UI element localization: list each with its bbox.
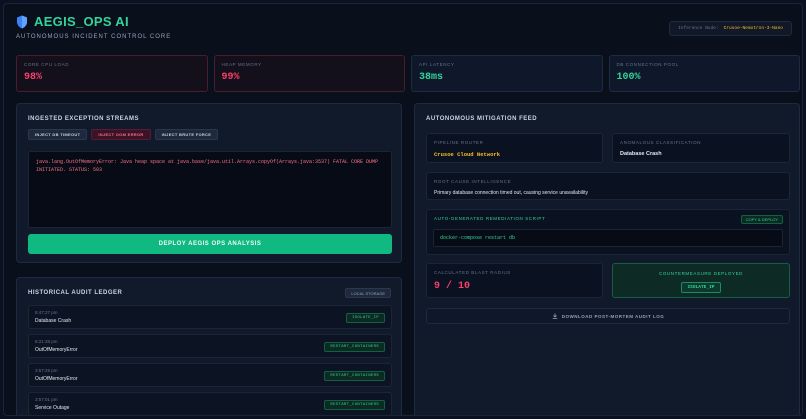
ledger-item-action-badge: RESTART_CONTAINERS [324,342,385,352]
classification-label: ANOMALOUS CLASSIFICATION [620,140,702,145]
classification-value: Database Crash [620,151,662,157]
metric-label: CORE CPU LOAD [24,62,70,67]
classification-card: ANOMALOUS CLASSIFICATION Database Crash [612,133,790,163]
root-cause-label: ROOT CAUSE INTELLIGENCE [434,179,512,184]
app-subtitle: AUTONOMOUS INCIDENT CONTROL CORE [16,34,172,40]
metric-db-pool: DB CONNECTION POOL 100% [608,55,800,92]
ingest-title: INGESTED EXCEPTION STREAMS [28,116,140,122]
ledger-item[interactable]: 3:57:29 pm OutOfMemoryError RESTART_CONT… [28,363,392,387]
ledger-list: 8:47:27 pm Database Crash ISOLATE_IP 8:2… [28,305,392,415]
root-cause-value: Primary database connection timed out, c… [434,190,588,196]
pipeline-router-card: PIPELINE ROUTER Crusoe Cloud Network [426,133,603,163]
ledger-item-title: Database Crash [35,318,72,324]
download-icon [552,313,558,319]
countermeasure-badge: ISOLATE_IP [681,282,721,293]
remediation-script-card: AUTO-GENERATED REMEDIATION SCRIPT COPY &… [426,209,790,255]
ledger-item-action-badge: RESTART_CONTAINERS [324,400,385,410]
metric-heap-memory: HEAP MEMORY 99% [213,55,405,92]
metric-value: 38ms [419,72,444,83]
remediation-script-code: docker-compose restart db [433,229,783,247]
remediation-script-label: AUTO-GENERATED REMEDIATION SCRIPT [434,216,546,221]
pipeline-router-value: Crusoe Cloud Network [434,151,501,158]
mitigation-title: AUTONOMOUS MITIGATION FEED [426,116,538,122]
exception-log-input[interactable]: java.lang.OutOfMemoryError: Java heap sp… [28,151,392,228]
blast-radius-label: CALCULATED BLAST RADIUS [434,270,511,275]
shield-icon [16,15,28,29]
metric-value: 100% [616,72,641,83]
ledger-item-action-badge: ISOLATE_IP [345,313,385,323]
metric-value: 99% [221,72,240,83]
app-title: AEGIS_OPS AI [34,14,129,29]
metric-value: 98% [24,72,43,83]
inference-node-badge: Inference Node: Crusoe-Nemotron-3-Nano [669,21,792,36]
ledger-item[interactable]: 8:21:38 pm OutOfMemoryError RESTART_CONT… [28,334,392,358]
metric-label: API LATENCY [419,62,455,67]
local-storage-badge: LOCAL STORAGE [345,288,391,298]
inference-node-value: Crusoe-Nemotron-3-Nano [723,26,783,31]
ledger-item-action-badge: RESTART_CONTAINERS [324,371,385,381]
brand: AEGIS_OPS AI [16,14,171,29]
inject-db-timeout-button[interactable]: INJECT DB TIMEOUT [28,129,88,140]
metric-cpu-load: CORE CPU LOAD 98% [16,55,208,92]
inject-brute-force-button[interactable]: INJECT BRUTE FORCE [154,129,219,140]
countermeasure-label: COUNTERMEASURE DEPLOYED [658,271,744,276]
metrics-row: CORE CPU LOAD 98% HEAP MEMORY 99% API LA… [16,55,800,92]
ingest-panel: INGESTED EXCEPTION STREAMS INJECT DB TIM… [16,103,402,263]
copy-deploy-button[interactable]: COPY & DEPLOY [740,215,783,224]
mitigation-feed-panel: AUTONOMOUS MITIGATION FEED PIPELINE ROUT… [414,103,800,415]
ledger-item[interactable]: 8:47:27 pm Database Crash ISOLATE_IP [28,305,392,329]
ledger-title: HISTORICAL AUDIT LEDGER [28,290,123,296]
root-cause-card: ROOT CAUSE INTELLIGENCE Primary database… [426,172,790,200]
app-header: AEGIS_OPS AI AUTONOMOUS INCIDENT CONTROL… [16,14,171,40]
metric-api-latency: API LATENCY 38ms [411,55,603,92]
download-audit-log-label: DOWNLOAD POST-MORTEM AUDIT LOG [561,313,665,319]
blast-radius-card: CALCULATED BLAST RADIUS 9 / 10 [426,263,603,298]
ledger-item[interactable]: 3:57:01 pm Service Outage RESTART_CONTAI… [28,392,392,415]
metric-label: HEAP MEMORY [221,62,262,67]
metric-label: DB CONNECTION POOL [616,62,679,67]
countermeasure-card: COUNTERMEASURE DEPLOYED ISOLATE_IP [612,263,790,298]
pipeline-router-label: PIPELINE ROUTER [434,140,484,145]
download-audit-log-button[interactable]: DOWNLOAD POST-MORTEM AUDIT LOG [426,308,790,324]
inference-node-label: Inference Node: [678,26,719,31]
inject-oom-error-button[interactable]: INJECT OOM ERROR [91,129,151,140]
blast-radius-value: 9 / 10 [434,281,471,292]
ledger-item-time: 8:47:27 pm [35,310,58,315]
audit-ledger-panel: HISTORICAL AUDIT LEDGER LOCAL STORAGE 8:… [16,277,402,415]
inject-button-row: INJECT DB TIMEOUT INJECT OOM ERROR INJEC… [28,129,219,140]
app-window: AEGIS_OPS AI AUTONOMOUS INCIDENT CONTROL… [3,3,803,416]
deploy-analysis-button[interactable]: DEPLOY AEGIS OPS ANALYSIS [28,234,392,254]
